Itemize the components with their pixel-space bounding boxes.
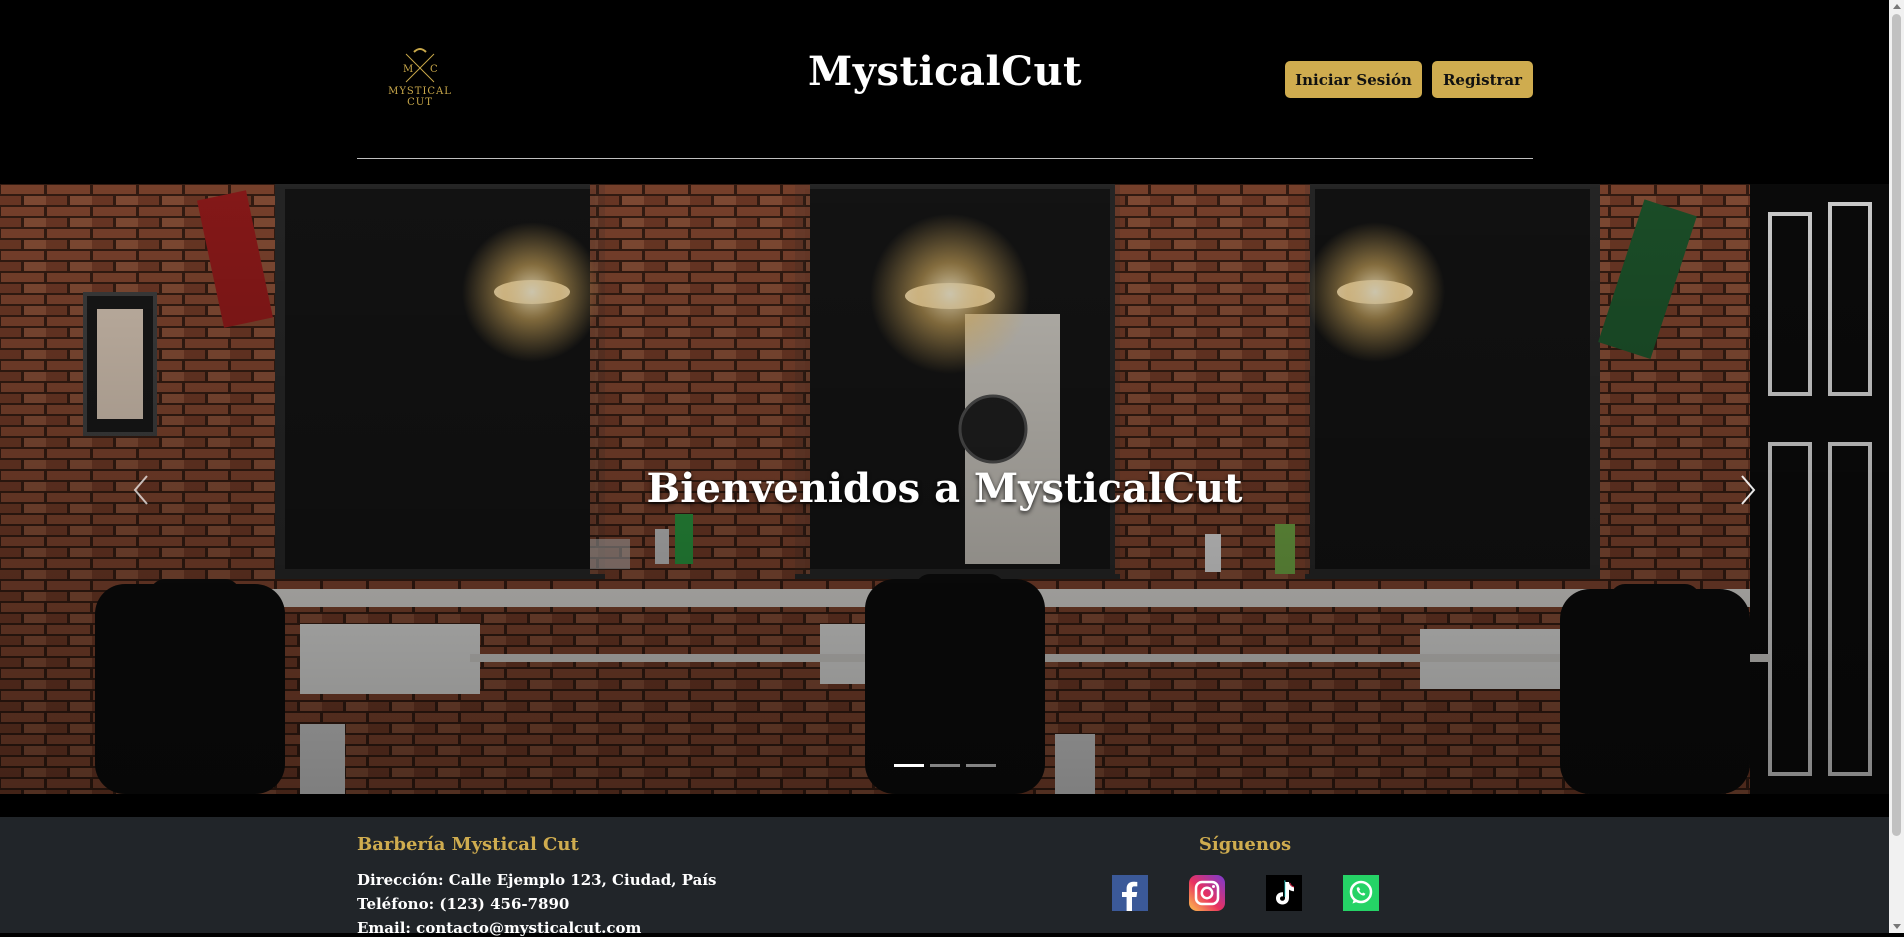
carousel-indicator-2[interactable]	[930, 764, 960, 767]
carousel-next-chevron-icon[interactable]	[1732, 472, 1762, 508]
login-button[interactable]: Iniciar Sesión	[1285, 61, 1422, 98]
site-logo[interactable]: M C MYSTICAL CUT	[380, 46, 460, 118]
whatsapp-icon[interactable]	[1343, 875, 1379, 911]
scissors-logo-icon: M C	[403, 48, 438, 83]
site-title: MysticalCut	[807, 48, 1083, 95]
carousel-prev-chevron-icon[interactable]	[127, 472, 157, 508]
hero-caption: Bienvenidos a MysticalCut	[646, 465, 1243, 512]
register-button[interactable]: Registrar	[1432, 61, 1533, 98]
hero-carousel: Bienvenidos a MysticalCut	[0, 184, 1889, 794]
footer-business-title: Barbería Mystical Cut	[357, 834, 579, 855]
logo-text-line-2: CUT	[407, 97, 433, 108]
header-divider	[357, 158, 1533, 159]
footer-address: Dirección: Calle Ejemplo 123, Ciudad, Pa…	[357, 871, 717, 889]
page-scrollbar[interactable]	[1889, 0, 1904, 933]
facebook-icon[interactable]	[1112, 875, 1148, 911]
tiktok-icon[interactable]	[1266, 875, 1302, 911]
scroll-down-arrow-icon[interactable]	[1893, 924, 1901, 929]
footer-follow-title: Síguenos	[1198, 834, 1292, 855]
footer-phone: Teléfono: (123) 456-7890	[357, 895, 570, 913]
scroll-up-arrow-icon[interactable]	[1893, 4, 1901, 9]
carousel-indicators	[894, 764, 996, 768]
instagram-icon[interactable]	[1189, 875, 1225, 911]
site-footer: Barbería Mystical Cut Dirección: Calle E…	[0, 817, 1889, 937]
scrollbar-thumb[interactable]	[1892, 14, 1901, 836]
carousel-indicator-1[interactable]	[894, 764, 924, 767]
logo-monogram-left: M	[403, 64, 413, 75]
logo-text-line-1: MYSTICAL	[388, 86, 452, 97]
carousel-indicator-3[interactable]	[966, 764, 996, 767]
footer-email: Email: contacto@mysticalcut.com	[357, 919, 642, 937]
logo-monogram-right: C	[430, 64, 438, 75]
site-header: M C MYSTICAL CUT MysticalCut Iniciar Ses…	[0, 0, 1889, 183]
